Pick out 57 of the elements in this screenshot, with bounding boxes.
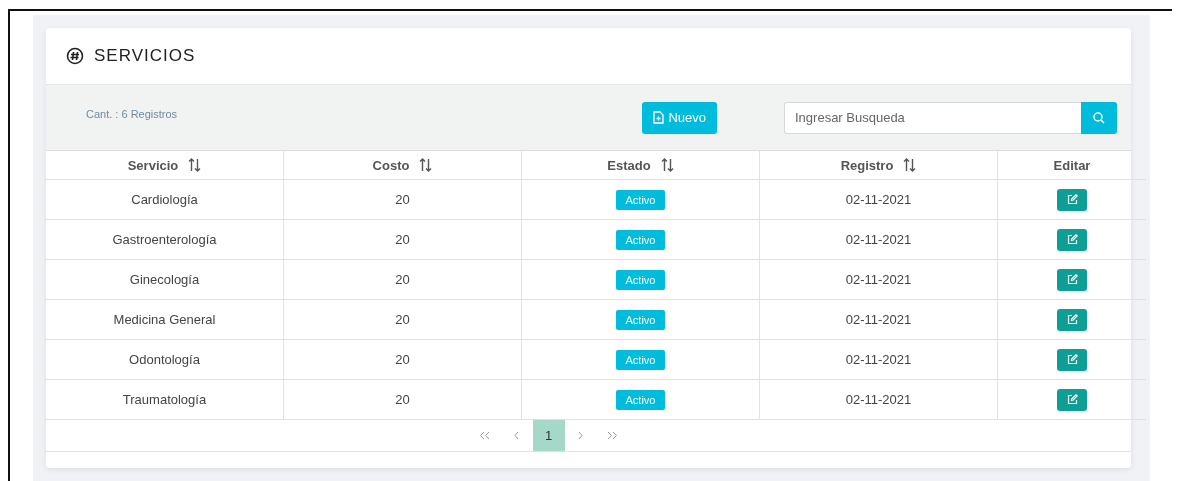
hashtag-icon (66, 47, 84, 65)
status-badge: Activo (615, 190, 666, 210)
file-plus-icon (653, 111, 665, 124)
table-cell: Traumatología (122, 392, 207, 407)
status-badge: Activo (615, 310, 666, 330)
page-button[interactable]: 1 (532, 420, 565, 451)
edit-button[interactable] (1057, 348, 1087, 371)
edit-button[interactable] (1057, 308, 1087, 331)
sort-icon (660, 158, 674, 172)
column-header[interactable]: Registro (840, 157, 894, 173)
table-cell: 20 (395, 192, 410, 207)
table-cell: 02-11-2021 (845, 352, 912, 367)
chevron-left-icon (514, 431, 519, 440)
edit-icon (1066, 394, 1078, 405)
table-cell: Medicina General (113, 312, 216, 327)
edit-icon (1066, 354, 1078, 365)
table-cell: Odontología (129, 352, 200, 367)
sort-icon (903, 158, 917, 172)
edit-icon (1066, 274, 1078, 285)
search-icon (1093, 111, 1105, 124)
table-cell: 02-11-2021 (845, 312, 912, 327)
table-cell: 02-11-2021 (845, 192, 912, 207)
double-chevron-right-icon (607, 431, 618, 440)
double-chevron-left-icon (479, 431, 490, 440)
column-header[interactable]: Costo (372, 157, 410, 173)
sort-icon (188, 158, 202, 172)
status-badge: Activo (615, 350, 666, 370)
edit-button[interactable] (1057, 268, 1087, 291)
table-cell: 20 (395, 232, 410, 247)
table-cell: 20 (395, 272, 410, 287)
table-cell: 02-11-2021 (845, 392, 912, 407)
table-cell: 20 (395, 392, 410, 407)
edit-button[interactable] (1057, 228, 1087, 251)
edit-icon (1066, 314, 1078, 325)
sort-icon (419, 158, 433, 172)
edit-button[interactable] (1057, 388, 1087, 411)
table-cell: Ginecología (129, 272, 200, 287)
column-header[interactable]: Servicio (127, 157, 179, 173)
search-button[interactable] (1081, 101, 1117, 134)
chevron-right-icon (578, 431, 583, 440)
card-title: SERVICIOS (94, 46, 196, 66)
table-cell: Cardiología (131, 192, 198, 207)
status-badge: Activo (615, 270, 666, 290)
edit-icon (1066, 194, 1078, 205)
edit-icon (1066, 234, 1078, 245)
column-header[interactable]: Estado (607, 157, 651, 173)
status-badge: Activo (615, 230, 666, 250)
table-cell: 02-11-2021 (845, 232, 912, 247)
column-header: Editar (1053, 157, 1091, 173)
table-cell: 20 (395, 312, 410, 327)
status-badge: Activo (615, 390, 666, 410)
table-cell: 02-11-2021 (845, 272, 912, 287)
table-cell: 20 (395, 352, 410, 367)
table-cell: Gastroenterología (112, 232, 217, 247)
edit-button[interactable] (1057, 188, 1087, 211)
search-field[interactable]: Ingresar Busqueda (784, 101, 1081, 134)
record-count: Cant. : 6 Registros (86, 107, 178, 120)
